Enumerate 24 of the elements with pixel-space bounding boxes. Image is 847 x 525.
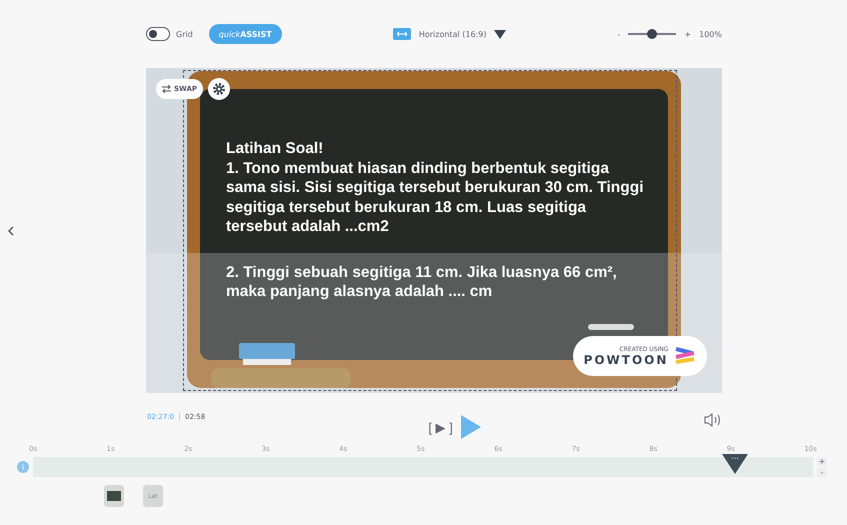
resize-arrows-icon[interactable] (392, 28, 411, 40)
preview-play-button[interactable]: [ ▶ ] (428, 415, 481, 439)
grid-toggle[interactable] (146, 27, 170, 41)
logo-icon (674, 347, 696, 365)
clip-thumbnail[interactable] (104, 485, 124, 507)
speaker-icon[interactable] (704, 413, 722, 427)
zoom-out-button[interactable]: - (618, 30, 620, 38)
zoom-reading: 100% (699, 30, 722, 38)
chalk-stick (588, 324, 634, 330)
timeline-zoom-in[interactable]: + (817, 457, 827, 466)
orientation-label[interactable]: Horizontal (16:9) (418, 30, 486, 38)
play-icon (460, 415, 481, 439)
slide-text: Latihan Soal! (226, 139, 324, 158)
zoom-in-button[interactable]: + (684, 30, 692, 38)
swap-arrows-icon (162, 85, 171, 93)
badge-brand: POWTOON (584, 352, 668, 366)
slide-text: 2. Tinggi sebuah segitiga 11 cm. Jika luasnya 66 cm², maka panjang alasnya adalah .... cm (226, 262, 618, 302)
timeline-zoom-out[interactable]: - (817, 468, 827, 477)
grid-label: Grid (176, 30, 193, 38)
dropdown-caret-icon[interactable] (494, 30, 506, 38)
eraser-drawing (239, 343, 295, 367)
slide-text: 1. Tono membuat hiasan dinding berbentuk segitiga sama sisi. Sisi segitiga tersebut berukuran 30 cm. Tinggi segitiga tersebut berukuran 18 cm. Luas segitiga tersebut adalah ...cm2 (226, 158, 645, 236)
chevron-left-icon[interactable] (8, 226, 14, 236)
timeline-track[interactable] (33, 457, 813, 477)
